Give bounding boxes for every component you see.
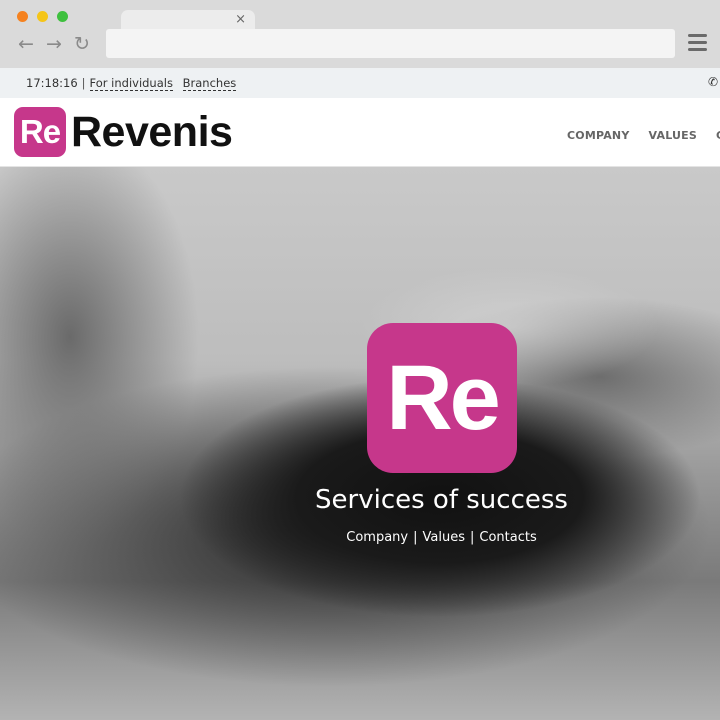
address-bar[interactable] — [106, 29, 675, 58]
branches-link[interactable]: Branches — [182, 76, 237, 91]
minimize-window-button[interactable] — [37, 11, 48, 22]
hero-link-contacts[interactable]: Contacts — [479, 530, 536, 545]
for-individuals-link[interactable]: For individuals — [89, 76, 173, 91]
logo-badge[interactable]: Re — [14, 107, 66, 157]
hero-banner: Re Services of success Company | Values | Co… — [0, 167, 720, 720]
logo-text[interactable]: Revenis — [71, 106, 233, 158]
separator: | — [413, 530, 418, 545]
hero-logo-badge: Re — [367, 323, 517, 473]
back-arrow-icon[interactable]: ← — [12, 33, 40, 55]
nav-ca[interactable]: CA — [716, 129, 720, 142]
hero-link-company[interactable]: Company — [346, 530, 408, 545]
close-window-button[interactable] — [17, 11, 28, 22]
tab-close-icon[interactable]: × — [235, 10, 246, 30]
hamburger-menu-icon[interactable] — [688, 34, 707, 55]
phone-icon[interactable]: ✆ — [708, 75, 718, 89]
nav-values[interactable]: VALUES — [649, 129, 697, 142]
nav-company[interactable]: COMPANY — [567, 129, 630, 142]
maximize-window-button[interactable] — [57, 11, 68, 22]
browser-tab[interactable]: × — [121, 10, 255, 30]
reload-icon[interactable]: ↻ — [68, 33, 96, 55]
forward-arrow-icon[interactable]: → — [40, 33, 68, 55]
browser-chrome: × ← → ↻ — [0, 0, 720, 68]
hero-title: Services of success — [315, 485, 568, 515]
hero-links: Company | Values | Contacts — [0, 530, 720, 545]
browser-nav: ← → ↻ — [12, 33, 96, 55]
main-nav: COMPANY VALUES CA — [567, 124, 720, 143]
site-topbar: 17:18:16 | For individuals Branches ✆ — [0, 68, 720, 98]
site-header: Re Revenis COMPANY VALUES CA — [0, 98, 720, 167]
separator: | — [469, 530, 475, 545]
hero-link-values[interactable]: Values — [423, 530, 465, 545]
separator: | — [81, 76, 86, 90]
clock-time: 17:18:16 — [26, 76, 78, 90]
